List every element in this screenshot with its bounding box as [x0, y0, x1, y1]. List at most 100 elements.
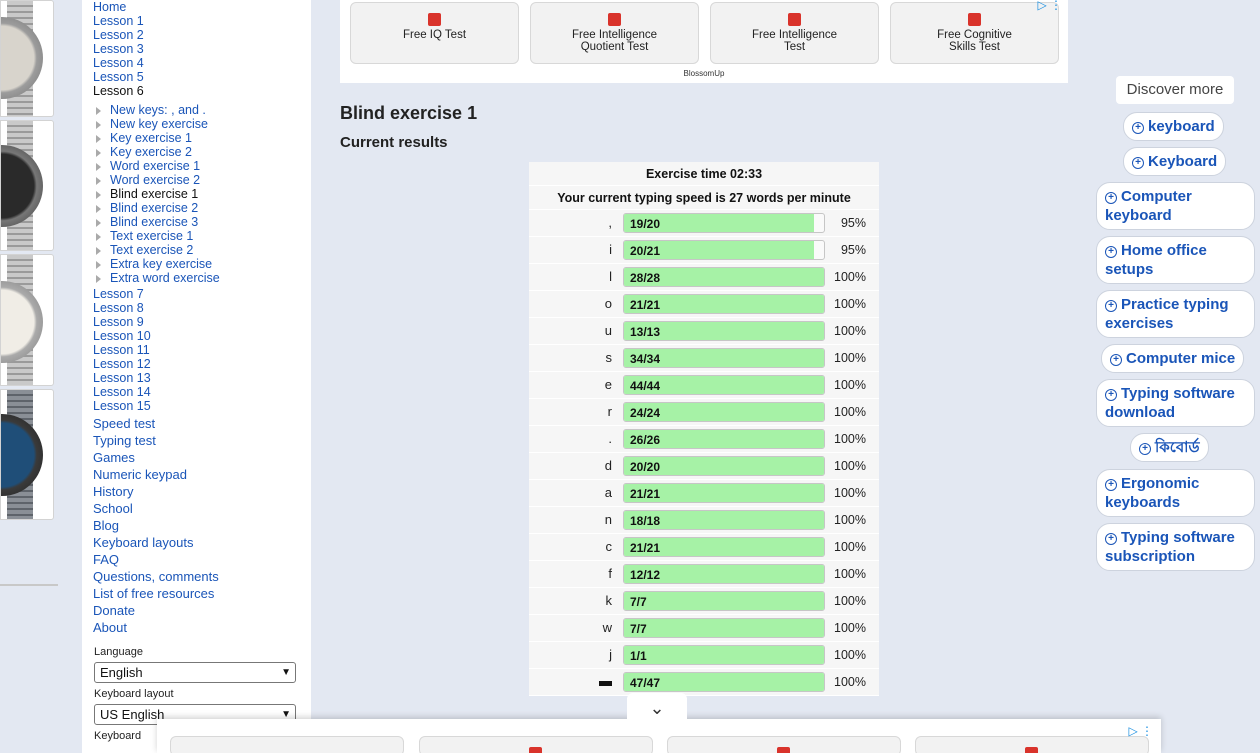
nav-link-lesson-1[interactable]: Lesson 1 [82, 14, 311, 28]
nav-link-blog[interactable]: Blog [82, 517, 311, 534]
discover-chip[interactable]: + Computer keyboard [1096, 182, 1255, 230]
nav-subitem[interactable]: Text exercise 1 [82, 229, 311, 243]
ad-button-cognitive-skills[interactable]: Free Cognitive Skills Test [890, 2, 1059, 64]
result-percent: 100% [834, 648, 866, 662]
nav-link-games[interactable]: Games [82, 449, 311, 466]
result-count: 26/26 [630, 433, 661, 447]
discover-chip-label: keyboard [1148, 118, 1215, 135]
nav-subitem[interactable]: Key exercise 1 [82, 131, 311, 145]
adchoices-icon[interactable]: ▷ ⋮ [1037, 0, 1062, 12]
watch-ad-2[interactable] [0, 120, 54, 251]
triangle-right-icon [96, 107, 101, 115]
nav-link-lesson-14[interactable]: Lesson 14 [82, 385, 311, 399]
discover-chip[interactable]: + কিবোর্ড [1130, 433, 1209, 462]
language-value: English [100, 665, 143, 680]
nav-link-lesson-3[interactable]: Lesson 3 [82, 42, 311, 56]
discover-chip[interactable]: + keyboard [1123, 112, 1224, 141]
nav-link-lesson-8[interactable]: Lesson 8 [82, 301, 311, 315]
bottom-ad-button[interactable] [419, 736, 653, 753]
nav-link-keyboard-layouts[interactable]: Keyboard layouts [82, 534, 311, 551]
nav-link-donate[interactable]: Donate [82, 602, 311, 619]
discover-chip[interactable]: + Home office setups [1096, 236, 1255, 284]
ad-button-intelligence-test[interactable]: Free Intelligence Test [710, 2, 879, 64]
nav-subitem-label: Key exercise 1 [110, 131, 192, 145]
nav-link-speed-test[interactable]: Speed test [82, 415, 311, 432]
nav-subitem[interactable]: Text exercise 2 [82, 243, 311, 257]
triangle-right-icon [96, 219, 101, 227]
other-links-list: Speed test Typing test Games Numeric keypad… [82, 415, 311, 636]
keyboard-layout-label: Keyboard layout [94, 688, 174, 700]
nav-link-lesson-13[interactable]: Lesson 13 [82, 371, 311, 385]
nav-subitem[interactable]: Blind exercise 2 [82, 201, 311, 215]
result-row: w 7/7 100% [529, 615, 879, 642]
nav-subitem[interactable]: Blind exercise 1 [82, 187, 311, 201]
discover-chip[interactable]: + Ergonomic keyboards [1096, 469, 1255, 517]
typing-speed: Your current typing speed is 27 words pe… [529, 186, 879, 210]
watch-ad-1[interactable] [0, 0, 54, 117]
nav-link-lesson-11[interactable]: Lesson 11 [82, 343, 311, 357]
bottom-ad-banner[interactable]: ▷ ⋮ [157, 719, 1161, 753]
top-ad-banner[interactable]: Free IQ Test Free Intelligence Quotient … [340, 0, 1068, 83]
nav-link-lesson-12[interactable]: Lesson 12 [82, 357, 311, 371]
ad-button-iq-test[interactable]: Free IQ Test [350, 2, 519, 64]
keyboard-label: Keyboard [94, 730, 142, 742]
nav-link-typing-test[interactable]: Typing test [82, 432, 311, 449]
adchoices-icon[interactable]: ▷ ⋮ [1128, 724, 1153, 738]
watch-ad-4[interactable] [0, 389, 54, 520]
nav-link-school[interactable]: School [82, 500, 311, 517]
nav-link-history[interactable]: History [82, 483, 311, 500]
nav-link-lesson-6[interactable]: Lesson 6 [82, 84, 311, 98]
nav-subitem[interactable]: Word exercise 1 [82, 159, 311, 173]
triangle-right-icon [96, 191, 101, 199]
nav-link-faq[interactable]: FAQ [82, 551, 311, 568]
result-count: 7/7 [630, 622, 647, 636]
nav-subitem[interactable]: Extra word exercise [82, 271, 311, 285]
keyboard-layout-value: US English [100, 707, 165, 722]
result-progress-bar: 1/1 [623, 645, 825, 665]
discover-chip[interactable]: + Keyboard [1123, 147, 1227, 176]
plus-circle-icon: + [1105, 389, 1117, 401]
bottom-ad-button[interactable] [667, 736, 901, 753]
nav-link-lesson-4[interactable]: Lesson 4 [82, 56, 311, 70]
nav-link-list-of-free-resources[interactable]: List of free resources [82, 585, 311, 602]
watch-ad-3[interactable] [0, 254, 54, 386]
result-count: 47/47 [630, 676, 661, 690]
discover-chip[interactable]: + Computer mice [1101, 344, 1245, 373]
nav-subitem[interactable]: New key exercise [82, 117, 311, 131]
result-progress-bar: 24/24 [623, 402, 825, 422]
nav-subitem[interactable]: Extra key exercise [82, 257, 311, 271]
bottom-ad-button[interactable] [170, 736, 404, 753]
nav-link-lesson-10[interactable]: Lesson 10 [82, 329, 311, 343]
nav-subitem[interactable]: Key exercise 2 [82, 145, 311, 159]
nav-link-lesson-9[interactable]: Lesson 9 [82, 315, 311, 329]
nav-link-numeric-keypad[interactable]: Numeric keypad [82, 466, 311, 483]
collapse-ad-button[interactable]: ⌄ [627, 693, 687, 721]
nav-link-about[interactable]: About [82, 619, 311, 636]
ad-button-intelligence-quotient[interactable]: Free Intelligence Quotient Test [530, 2, 699, 64]
discover-chip[interactable]: + Typing software download [1096, 379, 1255, 427]
nav-subitem[interactable]: Word exercise 2 [82, 173, 311, 187]
discover-chip[interactable]: + Practice typing exercises [1096, 290, 1255, 338]
nav-link-lesson-15[interactable]: Lesson 15 [82, 399, 311, 413]
result-row: . 26/26 100% [529, 426, 879, 453]
nav-link-lesson-2[interactable]: Lesson 2 [82, 28, 311, 42]
ad-button-label: Free Cognitive Skills Test [937, 29, 1012, 53]
language-select[interactable]: English ▼ [94, 662, 296, 683]
discover-chip[interactable]: + Typing software subscription [1096, 523, 1255, 571]
triangle-right-icon [96, 149, 101, 157]
discover-title: Discover more [1116, 76, 1234, 104]
watch-ad-strip[interactable] [0, 0, 58, 590]
result-progress-bar: 44/44 [623, 375, 825, 395]
triangle-right-icon [96, 177, 101, 185]
result-count: 44/44 [630, 379, 661, 393]
nav-link-lesson-5[interactable]: Lesson 5 [82, 70, 311, 84]
nav-subitem[interactable]: New keys: , and . [82, 103, 311, 117]
result-count: 7/7 [630, 595, 647, 609]
bottom-ad-button[interactable] [915, 736, 1149, 753]
nav-link-questions-comments[interactable]: Questions, comments [82, 568, 311, 585]
nav-link-home[interactable]: Home [82, 0, 311, 14]
nav-subitem[interactable]: Blind exercise 3 [82, 215, 311, 229]
nav-link-lesson-7[interactable]: Lesson 7 [82, 287, 311, 301]
triangle-right-icon [96, 247, 101, 255]
ad-button-label: Free Intelligence Test [751, 29, 838, 53]
